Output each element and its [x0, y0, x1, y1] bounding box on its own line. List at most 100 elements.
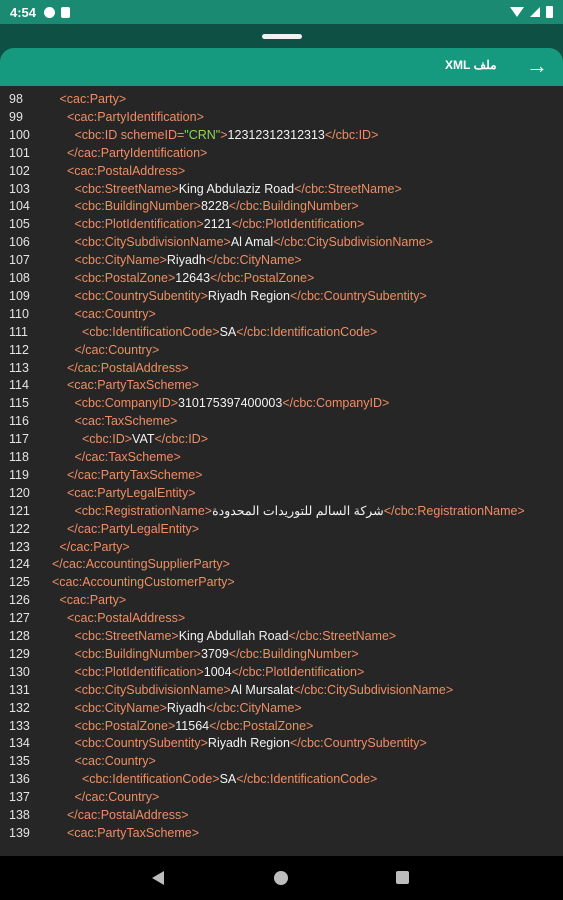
xml-text-value: 1004 — [203, 664, 232, 679]
xml-tag: <cac:Party> — [59, 92, 127, 106]
code-content: <cbc:CitySubdivisionName>Al Mursalat</cb… — [75, 682, 454, 700]
xml-text-value: King Abdullah Road — [178, 629, 289, 643]
code-line: 135 <cac:Country> — [0, 753, 563, 771]
xml-tag: </cbc:IdentificationCode> — [236, 772, 378, 787]
xml-tag: <cbc:PlotIdentification> — [74, 664, 204, 679]
xml-tag: </cac:PartyLegalEntity> — [67, 521, 200, 536]
nav-recent-icon[interactable] — [396, 871, 409, 884]
code-content: <cbc:CompanyID>310175397400003</cbc:Comp… — [75, 395, 390, 413]
xml-text-value: Riyadh Region — [207, 736, 290, 751]
xml-text-value: Riyadh — [166, 253, 206, 268]
xml-tag: <cbc:ID schemeID= — [74, 127, 185, 142]
code-content: <cac:PartyTaxScheme> — [67, 825, 199, 843]
line-number: 114 — [9, 378, 29, 393]
xml-text-value: Riyadh Region — [207, 288, 290, 303]
code-content: <cac:Country> — [75, 753, 156, 771]
code-line: 105 <cbc:PlotIdentification>2121</cbc:Plo… — [0, 216, 563, 234]
xml-tag: </cbc:BuildingNumber> — [228, 199, 359, 214]
xml-tag: <cbc:RegistrationName> — [74, 503, 213, 518]
code-content: <cbc:PlotIdentification>2121</cbc:PlotId… — [75, 216, 365, 234]
code-line: 119 </cac:PartyTaxScheme> — [0, 467, 563, 485]
line-number: 117 — [9, 432, 29, 447]
line-number: 120 — [9, 485, 30, 500]
code-line: 99 <cac:PartyIdentification> — [0, 109, 563, 127]
code-content: </cac:PostalAddress> — [67, 360, 189, 378]
xml-tag: > — [220, 127, 228, 142]
line-number: 98 — [9, 92, 23, 106]
xml-tag: </cac:PostalAddress> — [67, 360, 189, 375]
xml-tag: </cbc:ID> — [324, 127, 379, 142]
nav-back-icon[interactable] — [152, 871, 164, 885]
code-content: <cac:PostalAddress> — [67, 163, 185, 181]
code-line: 124 </cac:AccountingSupplierParty> — [0, 556, 563, 574]
xml-tag: </cbc:CitySubdivisionName> — [273, 235, 434, 250]
code-content: </cac:Country> — [75, 342, 160, 360]
code-content: <cbc:CityName>Riyadh</cbc:CityName> — [75, 700, 302, 718]
code-line: 112 </cac:Country> — [0, 342, 563, 360]
line-number: 130 — [9, 664, 30, 679]
xml-tag: </cbc:IdentificationCode> — [236, 324, 378, 339]
code-line: 134 <cbc:CountrySubentity>Riyadh Region</… — [0, 735, 563, 753]
code-content: </cac:PartyLegalEntity> — [67, 521, 199, 539]
code-line: 123 </cac:Party> — [0, 539, 563, 557]
code-line: 118 </cac:TaxScheme> — [0, 449, 563, 467]
xml-tag: <cbc:CompanyID> — [74, 396, 179, 411]
xml-tag: </cac:PostalAddress> — [67, 808, 189, 822]
xml-text-value: 3709 — [200, 646, 229, 661]
code-line: 121 <cbc:RegistrationName>شركة السالم للت… — [0, 503, 563, 521]
xml-text-value: 12312312312313 — [227, 127, 325, 142]
xml-tag: </cac:Party> — [59, 539, 130, 554]
xml-tag: </cbc:CityName> — [205, 253, 302, 268]
line-number: 113 — [9, 360, 29, 375]
status-time: 4:54 — [10, 4, 37, 20]
xml-tag: <cac:PartyIdentification> — [67, 109, 204, 124]
sheet-drag-handle[interactable] — [262, 34, 302, 39]
xml-tag: <cac:AccountingCustomerParty> — [52, 575, 235, 590]
line-number: 111 — [9, 324, 29, 339]
line-number: 112 — [9, 342, 29, 357]
xml-tag: </cbc:PlotIdentification> — [231, 664, 365, 679]
xml-tag: </cbc:CompanyID> — [282, 396, 390, 411]
line-number: 108 — [9, 271, 30, 285]
code-content: </cac:PartyIdentification> — [67, 145, 207, 163]
code-line: 100 <cbc:ID schemeID="CRN">12312312312313… — [0, 127, 563, 145]
xml-text-value: VAT — [132, 432, 155, 447]
code-content: <cbc:PostalZone>11564</cbc:PostalZone> — [75, 718, 314, 736]
sd-card-icon — [61, 6, 71, 18]
xml-tag: </cbc:CountrySubentity> — [289, 736, 427, 751]
nav-home-icon[interactable] — [274, 871, 288, 885]
arrow-right-icon[interactable]: → — [524, 53, 550, 79]
code-content: <cbc:IdentificationCode>SA</cbc:Identifi… — [82, 324, 377, 342]
xml-tag: <cbc:PostalZone> — [74, 271, 176, 285]
code-content: <cbc:PostalZone>12643</cbc:PostalZone> — [75, 270, 315, 288]
code-line: 128 <cbc:StreetName>King Abdullah Road</c… — [0, 628, 563, 646]
xml-tag: </cac:Country> — [74, 342, 160, 357]
code-content: </cac:Party> — [60, 539, 130, 557]
code-content: </cac:PartyTaxScheme> — [67, 467, 202, 485]
code-content: <cac:PostalAddress> — [67, 610, 185, 628]
code-line: 103 <cbc:StreetName>King Abdulaziz Road</… — [0, 181, 563, 199]
line-number: 122 — [9, 521, 30, 536]
code-line: 131 <cbc:CitySubdivisionName>Al Mursalat<… — [0, 682, 563, 700]
line-number: 103 — [9, 181, 30, 196]
line-number: 134 — [9, 736, 30, 751]
line-number: 129 — [9, 646, 30, 661]
line-number: 126 — [9, 593, 30, 608]
code-line: 101 </cac:PartyIdentification> — [0, 145, 563, 163]
code-line: 132 <cbc:CityName>Riyadh</cbc:CityName> — [0, 700, 563, 718]
xml-tag: <cbc:IdentificationCode> — [82, 324, 220, 339]
line-number: 107 — [9, 253, 30, 268]
xml-text-value: Al Amal — [230, 235, 274, 250]
code-line: 106 <cbc:CitySubdivisionName>Al Amal</cbc… — [0, 234, 563, 252]
code-content: <cac:PartyTaxScheme> — [67, 377, 199, 395]
code-content: <cbc:StreetName>King Abdullah Road</cbc:… — [75, 628, 397, 646]
code-content: <cbc:CitySubdivisionName>Al Amal</cbc:Ci… — [75, 234, 434, 252]
xml-tag: <cac:PostalAddress> — [67, 163, 186, 178]
signal-icon — [530, 7, 540, 17]
code-line: 115 <cbc:CompanyID>310175397400003</cbc:C… — [0, 395, 563, 413]
xml-code-viewer[interactable]: 98 <cac:Party> 99 <cac:PartyIdentification>… — [0, 86, 563, 856]
xml-text-value: Al Mursalat — [230, 682, 294, 697]
sheet-header: ملف XML → — [0, 48, 563, 86]
xml-tag: </cbc:RegistrationName> — [383, 503, 525, 518]
code-line: 126 <cac:Party> — [0, 592, 563, 610]
